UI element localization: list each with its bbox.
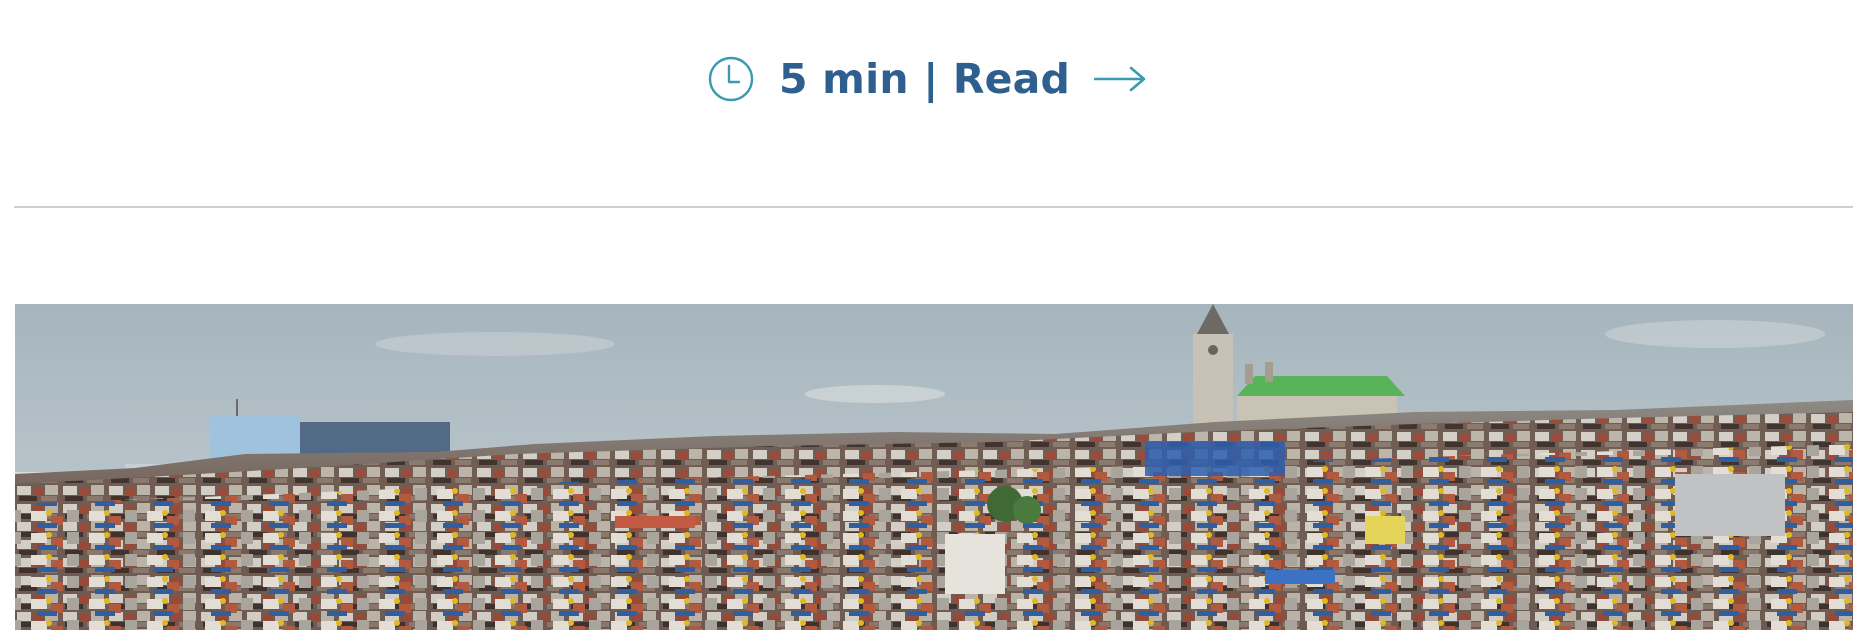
hero-image-cityscape [15,304,1853,630]
read-article-link[interactable]: 5 min | Read [707,55,1146,103]
read-time-label: 5 min | Read [778,55,1071,103]
read-time-row: 5 min | Read [0,46,1853,112]
clock-icon [708,56,754,102]
page: 5 min | Read [0,0,1853,630]
section-divider [14,206,1853,208]
arrow-right-icon [1094,66,1146,92]
